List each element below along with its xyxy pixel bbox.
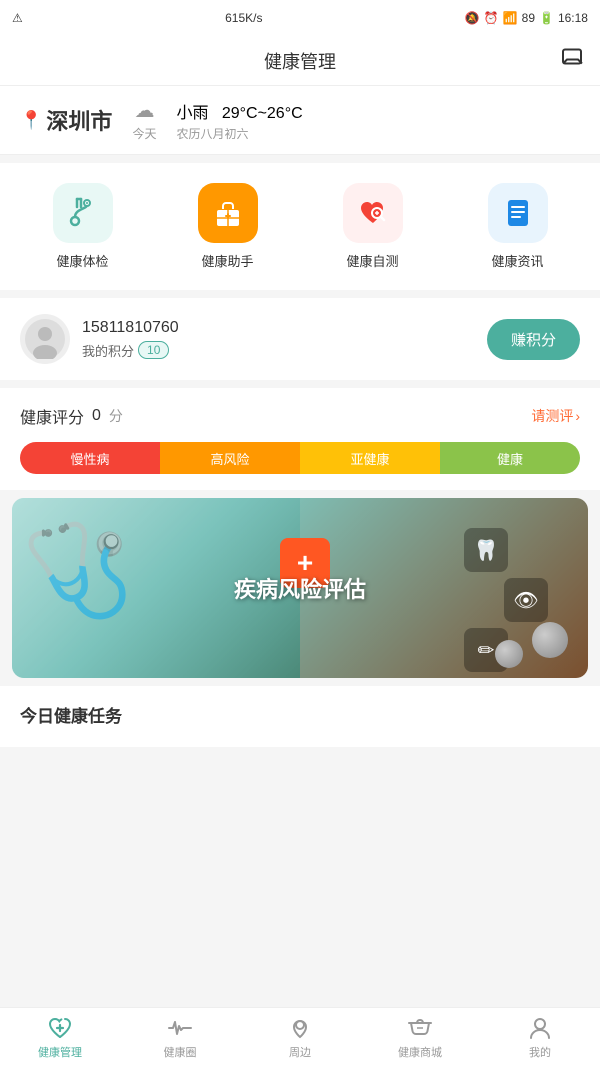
user-points-row: 我的积分 10 (82, 341, 179, 360)
menu-label-health-checkup: 健康体检 (56, 251, 108, 270)
briefcase-icon (210, 195, 246, 231)
status-left: ⚠ (12, 11, 23, 25)
nav-item-profile[interactable]: 我的 (480, 1011, 600, 1064)
nav-label-health-mgmt: 健康管理 (38, 1044, 82, 1060)
heart-search-icon (355, 195, 391, 231)
health-assistant-icon-bg (198, 183, 258, 243)
heart-plus-icon (47, 1015, 73, 1041)
wifi-icon: 📶 (503, 11, 518, 25)
shop-icon (407, 1015, 433, 1041)
health-progress-bar: 慢性病 高风险 亚健康 健康 (20, 442, 580, 474)
score-title-text: 健康评分 (20, 404, 84, 428)
battery-level: 89 (522, 11, 535, 25)
seg-chronic-label: 慢性病 (70, 449, 109, 468)
health-selftest-icon-bg (343, 183, 403, 243)
weather-detail: 小雨 29°C~26°C 农历八月初六 (176, 99, 302, 142)
seg-healthy: 健康 (440, 442, 580, 474)
points-badge: 10 (138, 341, 169, 359)
weather-condition-temp: 小雨 29°C~26°C (176, 99, 302, 123)
nav-item-health-shop[interactable]: 健康商城 (360, 1011, 480, 1064)
nav-item-health-mgmt[interactable]: 健康管理 (0, 1011, 120, 1064)
score-value: 0 (92, 407, 101, 425)
clock-time: 16:18 (558, 11, 588, 25)
battery-icon: 🔋 (539, 11, 554, 25)
seg-sub-health: 亚健康 (300, 442, 440, 474)
menu-item-health-selftest[interactable]: 健康自测 (343, 183, 403, 270)
location-icon: 📍 (20, 110, 42, 131)
weather-today: 今天 (132, 125, 156, 142)
status-right: 🔕 ⏰ 📶 89 🔋 16:18 (465, 11, 588, 25)
clock-icon: ⏰ (484, 11, 499, 25)
menu-item-health-assistant[interactable]: 健康助手 (198, 183, 258, 270)
stethoscope-icon (65, 195, 101, 231)
status-center: 615K/s (225, 11, 262, 25)
weather-lunar: 农历八月初六 (176, 125, 302, 142)
health-checkup-icon-bg (53, 183, 113, 243)
nav-item-health-circle[interactable]: 健康圈 (120, 1011, 240, 1064)
app-header: 健康管理 (0, 36, 600, 86)
score-link-text: 请测评 (531, 406, 573, 426)
today-tasks-title: 今日健康任务 (20, 702, 580, 727)
weather-condition: 小雨 (176, 105, 208, 122)
menu-item-health-news[interactable]: 健康资讯 (488, 183, 548, 270)
seg-high-risk: 高风险 (160, 442, 300, 474)
location-icon (287, 1015, 313, 1041)
status-bar: ⚠ 615K/s 🔕 ⏰ 📶 89 🔋 16:18 (0, 0, 600, 36)
weather-temp: 29°C~26°C (222, 105, 303, 122)
banner-overlay: 疾病风险评估 (12, 498, 588, 678)
user-avatar (20, 314, 70, 364)
message-button[interactable] (560, 46, 584, 75)
earn-points-button[interactable]: 赚积分 (487, 319, 580, 360)
health-news-icon-bg (488, 183, 548, 243)
user-info: 15811810760 我的积分 10 (82, 319, 179, 360)
bottom-navigation: 健康管理 健康圈 周边 健康商城 我的 (0, 1007, 600, 1067)
pulse-icon (167, 1015, 193, 1041)
seg-sub-health-label: 亚健康 (350, 449, 389, 468)
disease-risk-banner[interactable]: 🩺 + 🦷 👁 ✏ 疾病风险评估 (12, 498, 588, 678)
weather-info: ☁ 今天 (132, 98, 156, 142)
score-header: 健康评分 0 分 请测评 › (20, 404, 580, 428)
quick-menu: 健康体检 健康助手 健康自测 (0, 163, 600, 290)
nav-label-profile: 我的 (529, 1044, 551, 1060)
person-icon (527, 1015, 553, 1041)
seg-healthy-label: 健康 (497, 449, 523, 468)
chevron-right-icon: › (575, 408, 580, 424)
nav-label-nearby: 周边 (289, 1044, 311, 1060)
nav-label-health-shop: 健康商城 (398, 1044, 442, 1060)
today-tasks-section: 今日健康任务 (0, 686, 600, 747)
city-name: 深圳市 (46, 104, 112, 136)
document-icon (500, 195, 536, 231)
user-left: 15811810760 我的积分 10 (20, 314, 179, 364)
warning-icon: ⚠ (12, 11, 23, 25)
avatar-image (25, 319, 65, 359)
menu-item-health-checkup[interactable]: 健康体检 (53, 183, 113, 270)
mute-icon: 🔕 (465, 11, 480, 25)
weather-cloud-icon: ☁ (134, 98, 154, 123)
health-score-section: 健康评分 0 分 请测评 › 慢性病 高风险 亚健康 健康 (0, 388, 600, 490)
header-title: 健康管理 (264, 48, 336, 74)
city-display: 📍 深圳市 (20, 104, 112, 136)
menu-label-health-assistant: 健康助手 (201, 251, 253, 270)
user-phone: 15811810760 (82, 319, 179, 337)
user-section: 15811810760 我的积分 10 赚积分 (0, 298, 600, 380)
score-link[interactable]: 请测评 › (531, 406, 580, 426)
menu-label-health-selftest: 健康自测 (346, 251, 398, 270)
points-label: 我的积分 (82, 341, 134, 360)
nav-label-health-circle: 健康圈 (164, 1044, 197, 1060)
seg-chronic: 慢性病 (20, 442, 160, 474)
banner-text: 疾病风险评估 (234, 572, 366, 604)
nav-item-nearby[interactable]: 周边 (240, 1011, 360, 1064)
menu-label-health-news: 健康资讯 (491, 251, 543, 270)
weather-bar: 📍 深圳市 ☁ 今天 小雨 29°C~26°C 农历八月初六 (0, 86, 600, 155)
network-speed: 615K/s (225, 11, 262, 25)
score-title-row: 健康评分 0 分 (20, 404, 123, 428)
seg-high-risk-label: 高风险 (210, 449, 249, 468)
score-unit: 分 (109, 406, 123, 426)
